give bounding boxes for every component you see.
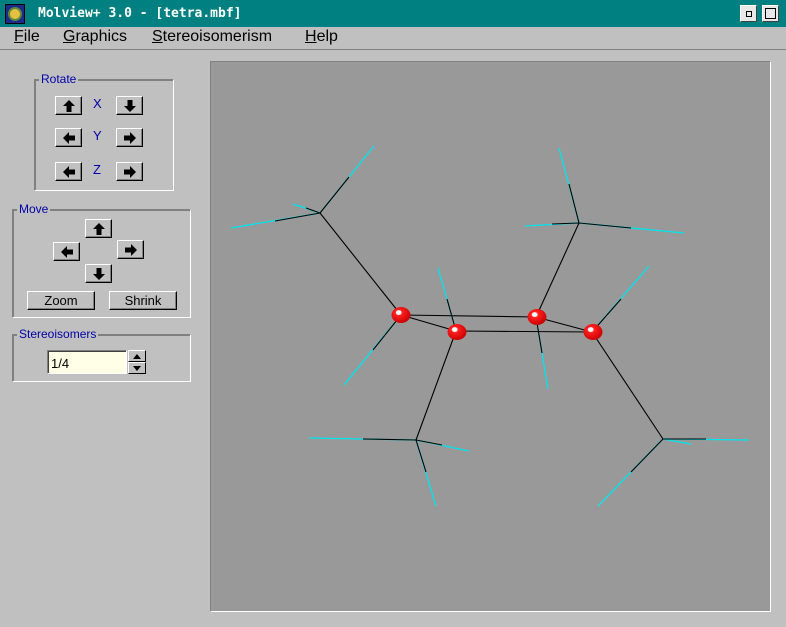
rotate-x-label: X <box>93 96 102 111</box>
rotate-z-left-button[interactable] <box>55 162 82 181</box>
window-title: Molview+ 3.0 - [tetra.mbf] <box>38 6 242 21</box>
arrow-down-icon <box>93 268 105 280</box>
spin-up-button[interactable] <box>128 350 146 362</box>
rotate-z-right-button[interactable] <box>116 162 143 181</box>
hydrogen-bonds <box>230 145 750 507</box>
atom <box>447 324 467 340</box>
rotate-y-right-button[interactable] <box>116 128 143 147</box>
menu-file[interactable]: File <box>14 28 40 46</box>
move-left-button[interactable] <box>53 242 80 261</box>
minimize-button[interactable] <box>740 5 757 22</box>
arrow-right-icon <box>124 166 136 178</box>
carbon-bonds <box>274 176 706 473</box>
title-bar: Molview+ 3.0 - [tetra.mbf] <box>0 0 786 27</box>
move-up-button[interactable] <box>85 219 112 238</box>
rotate-y-label: Y <box>93 128 102 143</box>
spin-down-button[interactable] <box>128 362 146 374</box>
atom <box>391 307 411 323</box>
rotate-z-label: Z <box>93 162 101 177</box>
arrow-left-icon <box>61 246 73 258</box>
move-label: Move <box>17 202 51 216</box>
menu-help[interactable]: Help <box>305 28 338 46</box>
stereoisomers-label: Stereoisomers <box>17 327 99 341</box>
arrow-up-icon <box>93 223 105 235</box>
menu-bar: File Graphics Stereoisomerism Help <box>0 27 786 50</box>
arrow-up-icon <box>63 100 75 112</box>
spin-up-icon <box>133 354 141 359</box>
zoom-button[interactable]: Zoom <box>27 291 95 310</box>
molecule-viewport[interactable] <box>210 61 771 612</box>
arrow-down-icon <box>124 100 136 112</box>
maximize-button[interactable] <box>762 5 779 22</box>
rotate-label: Rotate <box>39 72 79 86</box>
app-icon[interactable] <box>5 4 25 24</box>
move-down-button[interactable] <box>85 264 112 283</box>
rotate-y-left-button[interactable] <box>55 128 82 147</box>
menu-graphics[interactable]: Graphics <box>63 28 127 46</box>
shrink-button[interactable]: Shrink <box>109 291 177 310</box>
stereoisomer-field[interactable]: 1/4 <box>47 350 127 374</box>
rotate-x-down-button[interactable] <box>116 96 143 115</box>
atom <box>527 309 547 325</box>
spin-down-icon <box>133 366 141 371</box>
arrow-right-icon <box>125 244 137 256</box>
move-right-button[interactable] <box>117 240 144 259</box>
arrow-right-icon <box>124 132 136 144</box>
molecule-drawing <box>230 145 750 507</box>
rotate-x-up-button[interactable] <box>55 96 82 115</box>
arrow-left-icon <box>63 166 75 178</box>
arrow-left-icon <box>63 132 75 144</box>
atom <box>583 324 603 340</box>
menu-stereoisomerism[interactable]: Stereoisomerism <box>152 28 272 46</box>
